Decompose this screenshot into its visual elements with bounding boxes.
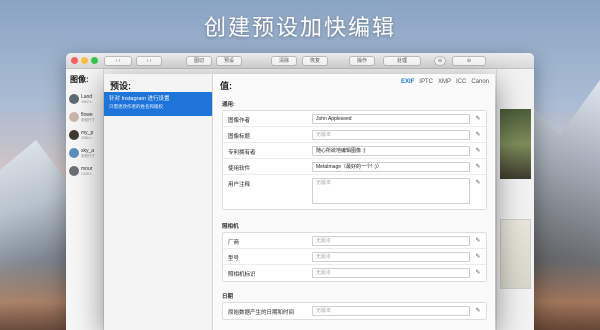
tab-exif[interactable]: EXIF (401, 79, 414, 85)
field-row-user-comment: 用户注释 无版本 ✎ (223, 175, 486, 209)
preset-item-title: 针对 Instagram 进行设置 (109, 96, 170, 102)
copyright-field[interactable]: 随心所欲地编辑图像 :) (312, 146, 470, 156)
image-list-item[interactable]: flowe 未知尺寸 (66, 108, 103, 126)
presets-pane: 预设: 针对 Instagram 进行设置 只需更改作者的姓名和版权 (104, 74, 213, 330)
nav-arrows-button[interactable]: ‹ › (136, 56, 162, 66)
image-list-item[interactable]: mour 1239 x (66, 162, 103, 180)
title-field[interactable]: 无版本 (312, 130, 470, 140)
presets-button[interactable]: 预设 (216, 56, 242, 66)
image-thumbnail (69, 148, 79, 158)
presets-title: 预设: (110, 81, 131, 91)
camera-group: 厂商 无版本 ✎ 型号 无版本 ✎ 照相机标识 无版本 ✎ (222, 232, 487, 282)
image-size: 4992 x (81, 100, 92, 104)
software-field[interactable]: MetaImage（最好的一个! :)） (312, 162, 470, 172)
zoom-window-button[interactable] (91, 57, 98, 64)
model-field[interactable]: 无版本 (312, 252, 470, 262)
image-size: 2580 x (81, 136, 92, 140)
section-title-general: 通用: (222, 102, 235, 108)
images-button[interactable]: 图切 (186, 56, 212, 66)
field-row-date-original: 原始数据产生的日期和时间 无版本 ✎ (223, 303, 486, 319)
map-preview (500, 219, 531, 289)
image-list-item[interactable]: Land 4992 x (66, 90, 103, 108)
pencil-icon[interactable]: ✎ (474, 163, 482, 171)
share-button[interactable]: ⊖ (452, 56, 486, 66)
field-label: 原始数据产生的日期和时间 (228, 310, 295, 316)
field-label: 用户注释 (228, 182, 251, 188)
pencil-icon[interactable]: ✎ (474, 147, 482, 155)
pencil-icon[interactable]: ✎ (474, 115, 482, 123)
preset-item-subtitle: 只需更改作者的姓名和版权 (109, 104, 163, 109)
pencil-icon[interactable]: ✎ (474, 253, 482, 261)
main-toolbar: ‹ › ‹ › 图切 预设 清除 恢复 操作 处理 ⊖ ⊖ (66, 53, 534, 69)
pencil-icon[interactable]: ✎ (474, 179, 482, 187)
section-title-date: 日期 (222, 294, 234, 300)
pencil-icon[interactable]: ✎ (474, 131, 482, 139)
image-thumbnail (69, 130, 79, 140)
preset-item-instagram[interactable]: 针对 Instagram 进行设置 只需更改作者的姓名和版权 (104, 92, 212, 116)
image-thumbnail (69, 112, 79, 122)
images-header: 图像: (70, 75, 89, 84)
field-row-copyright: 专利拥有者 随心所欲地编辑图像 :) ✎ (223, 143, 486, 159)
field-row-title: 图像标题 无版本 ✎ (223, 127, 486, 143)
field-label: 使用软件 (228, 166, 251, 172)
actions-button[interactable]: 操作 (349, 56, 375, 66)
restore-button[interactable]: 恢复 (302, 56, 328, 66)
values-pane: 值: EXIF IPTC XMP ICC Canon 通用: 图像作者 John… (214, 74, 495, 330)
camera-id-field[interactable]: 无版本 (312, 268, 470, 278)
field-row-author: 图像作者 John Appleseed ✎ (223, 111, 486, 127)
field-row-software: 使用软件 MetaImage（最好的一个! :)） ✎ (223, 159, 486, 175)
date-group: 原始数据产生的日期和时间 无版本 ✎ (222, 302, 487, 320)
preview-sidebar (496, 69, 534, 330)
field-label: 专利拥有者 (228, 150, 256, 156)
process-button[interactable]: 处理 (383, 56, 421, 66)
field-label: 照相机标识 (228, 272, 256, 278)
tab-icc[interactable]: ICC (456, 79, 466, 85)
author-field[interactable]: John Appleseed (312, 114, 470, 124)
image-size: 1239 x (81, 172, 92, 176)
tab-canon[interactable]: Canon (471, 79, 489, 85)
general-group: 图像作者 John Appleseed ✎ 图像标题 无版本 ✎ 专利拥有者 随… (222, 110, 487, 210)
tab-xmp[interactable]: XMP (438, 79, 451, 85)
pencil-icon[interactable]: ✎ (474, 307, 482, 315)
image-size: 未知尺寸 (81, 154, 95, 158)
field-label: 型号 (228, 256, 240, 262)
preview-image (500, 109, 531, 179)
image-size: 未知尺寸 (81, 118, 95, 122)
pencil-icon[interactable]: ✎ (474, 269, 482, 277)
clear-button[interactable]: 清除 (271, 56, 297, 66)
nav-back-forward-button[interactable]: ‹ › (104, 56, 132, 66)
close-window-button[interactable] (71, 57, 78, 64)
headline: 创建预设加快编辑 (203, 15, 396, 40)
sync-icon[interactable]: ⊖ (434, 56, 446, 66)
metadata-tabs: EXIF IPTC XMP ICC Canon (401, 79, 489, 85)
images-sidebar: 图像: Land 4992 x flowe 未知尺寸 my_p 2580 x s… (66, 69, 104, 330)
minimize-window-button[interactable] (81, 57, 88, 64)
image-thumbnail (69, 94, 79, 104)
pencil-icon[interactable]: ✎ (474, 237, 482, 245)
field-row-make: 厂商 无版本 ✎ (223, 233, 486, 249)
image-list-item[interactable]: sky_a 未知尺寸 (66, 144, 103, 162)
presets-window: 预设: 针对 Instagram 进行设置 只需更改作者的姓名和版权 值: EX… (104, 74, 495, 330)
image-list-item[interactable]: my_p 2580 x (66, 126, 103, 144)
user-comment-field[interactable]: 无版本 (312, 178, 470, 204)
field-label: 图像作者 (228, 118, 251, 124)
field-label: 图像标题 (228, 134, 251, 140)
image-thumbnail (69, 166, 79, 176)
section-title-camera: 照相机 (222, 224, 239, 230)
tab-iptc[interactable]: IPTC (419, 79, 433, 85)
field-label: 厂商 (228, 240, 240, 246)
date-original-field[interactable]: 无版本 (312, 306, 470, 316)
field-row-model: 型号 无版本 ✎ (223, 249, 486, 265)
make-field[interactable]: 无版本 (312, 236, 470, 246)
field-row-camera-id: 照相机标识 无版本 ✎ (223, 265, 486, 281)
